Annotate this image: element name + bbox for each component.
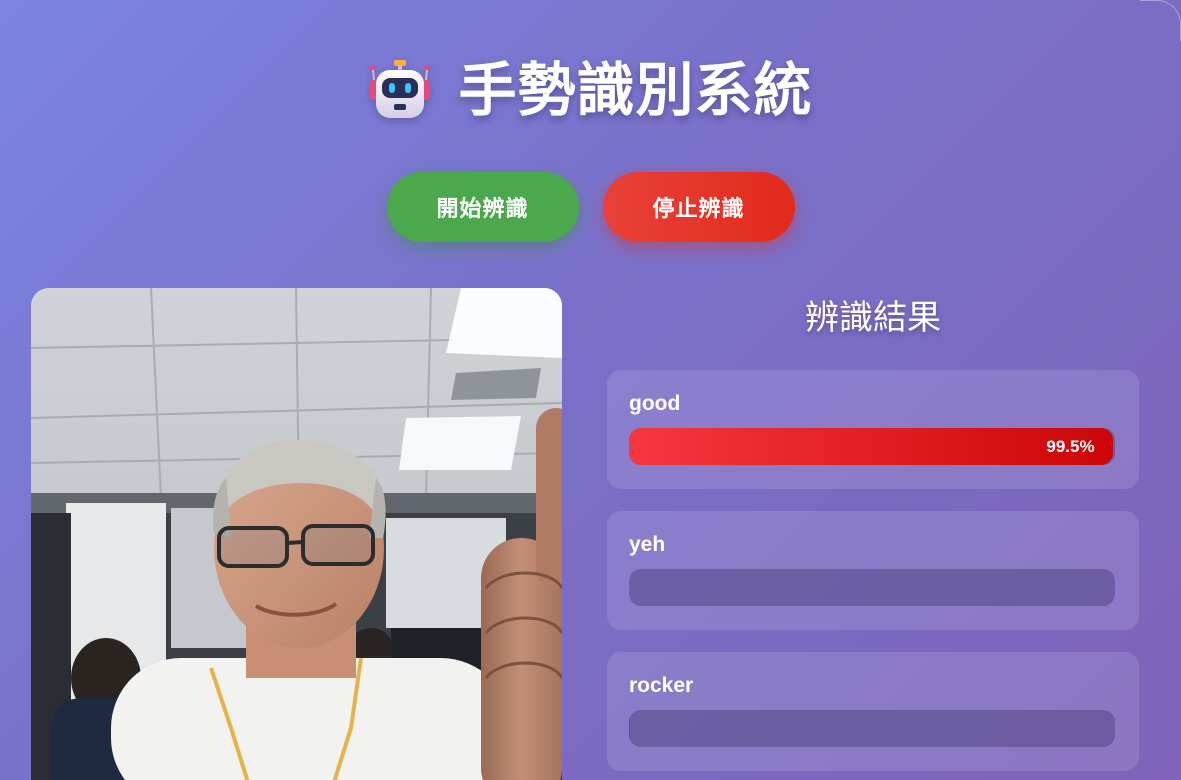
result-card-good: good 99.5% xyxy=(607,370,1139,489)
start-recognition-button[interactable]: 開始辨識 xyxy=(386,172,579,242)
result-label: good xyxy=(629,392,681,415)
results-title: 辨識結果 xyxy=(805,298,941,338)
result-label: rocker xyxy=(629,674,694,697)
page-title: 手勢識別系統 xyxy=(458,56,813,124)
result-card-rocker: rocker xyxy=(607,652,1139,771)
confidence-value: 99.5% xyxy=(1046,437,1095,456)
confidence-bar-fill: 99.5% xyxy=(629,428,1113,465)
window-frame-corner xyxy=(1140,0,1181,41)
confidence-bar-fill xyxy=(629,710,630,747)
confidence-bar-track xyxy=(629,569,1115,606)
robot-icon xyxy=(370,60,431,118)
webcam-frame-image xyxy=(31,288,562,780)
confidence-bar-track xyxy=(629,710,1115,747)
app-header: 手勢識別系統 xyxy=(0,52,1181,128)
result-card-yeh: yeh xyxy=(607,511,1139,630)
result-label: yeh xyxy=(629,533,666,556)
confidence-bar-track: 99.5% xyxy=(629,428,1115,465)
webcam-video-feed xyxy=(31,288,562,780)
control-buttons: 開始辨識 停止辨識 xyxy=(0,172,1181,242)
stop-recognition-button[interactable]: 停止辨識 xyxy=(602,172,795,242)
